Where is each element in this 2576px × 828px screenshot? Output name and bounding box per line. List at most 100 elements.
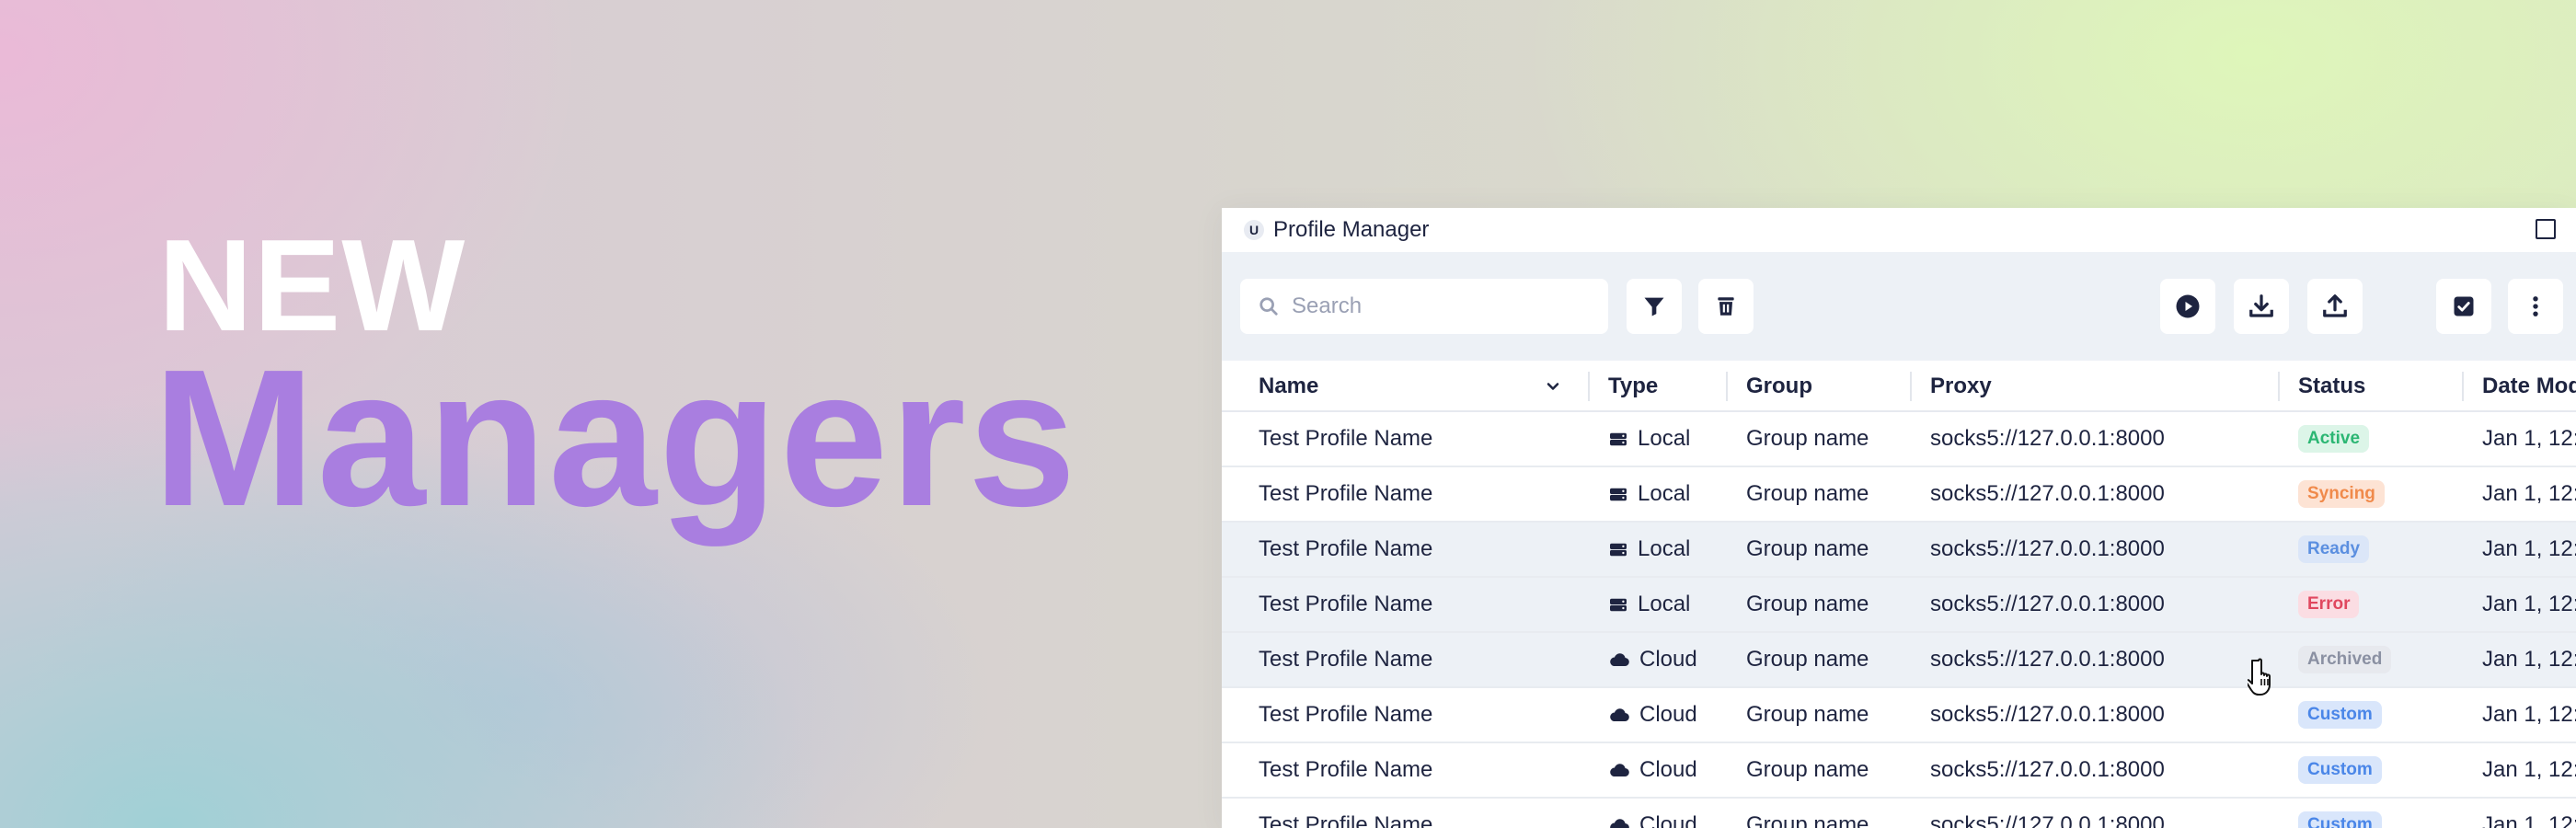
status-cell: Custom <box>2298 743 2382 797</box>
profile-date-modified: Jan 1, 12:24 PM <box>2482 702 2576 727</box>
profile-group: Group name <box>1746 426 1869 451</box>
column-header-type[interactable]: Type <box>1608 361 1658 412</box>
status-badge: Custom <box>2298 811 2382 828</box>
profiles-table: Name Type Group Proxy Status Date Modifi… <box>1222 361 2576 828</box>
status-cell: Custom <box>2298 688 2382 742</box>
profile-type-label: Local <box>1638 426 1691 451</box>
search-input[interactable] <box>1292 293 1586 319</box>
profile-group: Group name <box>1746 757 1869 782</box>
table-row[interactable]: Test Profile Name Cloud Group name socks5:/… <box>1222 688 2576 743</box>
column-header-status[interactable]: Status <box>2298 361 2365 412</box>
profile-proxy: socks5://127.0.0.1:8000 <box>1930 592 2165 616</box>
profile-name: Test Profile Name <box>1259 757 1433 782</box>
profile-proxy: socks5://127.0.0.1:8000 <box>1930 426 2165 451</box>
table-row[interactable]: Test Profile Name Local Group name socks5:/… <box>1222 412 2576 467</box>
server-icon <box>1608 541 1628 558</box>
column-header-proxy[interactable]: Proxy <box>1930 361 1992 412</box>
column-divider[interactable] <box>1726 372 1728 401</box>
profile-type-label: Local <box>1638 592 1691 616</box>
status-badge: Ready <box>2298 535 2370 564</box>
filter-button[interactable] <box>1627 279 1682 334</box>
profile-date-modified: Jan 1, 12:24 PM <box>2482 481 2576 506</box>
profile-name: Test Profile Name <box>1259 812 1433 828</box>
profile-date-modified: Jan 1, 12:24 PM <box>2482 592 2576 616</box>
server-icon <box>1608 486 1628 502</box>
profile-type-label: Cloud <box>1639 647 1697 672</box>
status-badge: Custom <box>2298 700 2382 730</box>
play-icon <box>2176 294 2200 318</box>
delete-button[interactable] <box>1698 279 1754 334</box>
profile-type-label: Local <box>1638 536 1691 561</box>
profile-date-modified: Jan 1, 12:24 PM <box>2482 647 2576 672</box>
table-header: Name Type Group Proxy Status Date Modifi… <box>1222 361 2576 412</box>
profile-type: Local <box>1608 412 1690 466</box>
profile-proxy: socks5://127.0.0.1:8000 <box>1930 481 2165 506</box>
table-row[interactable]: Test Profile Name Local Group name socks5:/… <box>1222 467 2576 523</box>
status-cell: Ready <box>2298 523 2370 576</box>
profile-type: Local <box>1608 467 1690 521</box>
status-badge: Custom <box>2298 755 2382 785</box>
column-divider[interactable] <box>2278 372 2280 401</box>
status-cell: Archived <box>2298 633 2392 686</box>
search-box[interactable] <box>1240 279 1608 334</box>
column-header-name[interactable]: Name <box>1259 361 1318 412</box>
more-options-button[interactable] <box>2508 279 2563 334</box>
profile-date-modified: Jan 1, 12:24 PM <box>2482 426 2576 451</box>
profile-date-modified: Jan 1, 12:24 PM <box>2482 757 2576 782</box>
cloud-icon <box>1608 707 1630 723</box>
profile-group: Group name <box>1746 647 1869 672</box>
run-button[interactable] <box>2160 279 2215 334</box>
import-button[interactable] <box>2234 279 2289 334</box>
profile-date-modified: Jan 1, 12:24 PM <box>2482 536 2576 561</box>
toolbar <box>1222 252 2576 361</box>
status-badge: Error <box>2298 590 2360 619</box>
select-all-button[interactable] <box>2436 279 2491 334</box>
profile-name: Test Profile Name <box>1259 592 1433 616</box>
profile-type-label: Local <box>1638 481 1691 506</box>
column-divider[interactable] <box>2462 372 2464 401</box>
profile-type-label: Cloud <box>1639 812 1697 828</box>
table-row[interactable]: Test Profile Name Local Group name socks5:/… <box>1222 578 2576 633</box>
app-logo-icon: U <box>1244 220 1264 240</box>
upload-icon <box>2323 294 2347 317</box>
status-badge: Syncing <box>2298 479 2385 509</box>
export-button[interactable] <box>2307 279 2363 334</box>
profile-type: Cloud <box>1608 799 1697 828</box>
chevron-down-icon[interactable] <box>1544 377 1562 396</box>
profile-proxy: socks5://127.0.0.1:8000 <box>1930 536 2165 561</box>
profile-date-modified: Jan 1, 12:24 PM <box>2482 812 2576 828</box>
profile-proxy: socks5://127.0.0.1:8000 <box>1930 647 2165 672</box>
column-divider[interactable] <box>1588 372 1590 401</box>
profile-name: Test Profile Name <box>1259 536 1433 561</box>
column-divider[interactable] <box>1910 372 1912 401</box>
window-title: Profile Manager <box>1273 217 1430 242</box>
title-bar: U Profile Manager <box>1222 208 2576 252</box>
column-header-group[interactable]: Group <box>1746 361 1812 412</box>
profile-type: Cloud <box>1608 633 1697 686</box>
table-row[interactable]: Test Profile Name Cloud Group name socks5:/… <box>1222 633 2576 688</box>
status-badge: Active <box>2298 424 2370 454</box>
table-row[interactable]: Test Profile Name Local Group name socks5:/… <box>1222 523 2576 578</box>
table-row[interactable]: Test Profile Name Cloud Group name socks5:/… <box>1222 799 2576 828</box>
table-body: Test Profile Name Local Group name socks5:/… <box>1222 412 2576 828</box>
status-cell: Error <box>2298 578 2360 631</box>
profile-manager-window: U Profile Manager Search Name Type Group… <box>1222 208 2576 828</box>
profile-name: Test Profile Name <box>1259 426 1433 451</box>
profile-type: Cloud <box>1608 743 1697 797</box>
server-icon <box>1608 596 1628 613</box>
status-cell: Active <box>2298 412 2370 466</box>
hand-pointer-icon <box>2248 658 2271 696</box>
status-badge: Archived <box>2298 645 2392 674</box>
profile-type-label: Cloud <box>1639 702 1697 727</box>
select-all-icon <box>2454 296 2474 316</box>
search-icon <box>1259 297 1278 316</box>
profile-type: Local <box>1608 578 1690 631</box>
status-cell: Custom <box>2298 799 2382 828</box>
cloud-icon <box>1608 651 1630 668</box>
table-row[interactable]: Test Profile Name Cloud Group name socks5:/… <box>1222 743 2576 799</box>
status-cell: Syncing <box>2298 467 2385 521</box>
column-header-date-modified[interactable]: Date Modified <box>2482 361 2576 412</box>
profile-group: Group name <box>1746 812 1869 828</box>
maximize-icon[interactable] <box>2536 219 2556 239</box>
profile-type: Local <box>1608 523 1690 576</box>
